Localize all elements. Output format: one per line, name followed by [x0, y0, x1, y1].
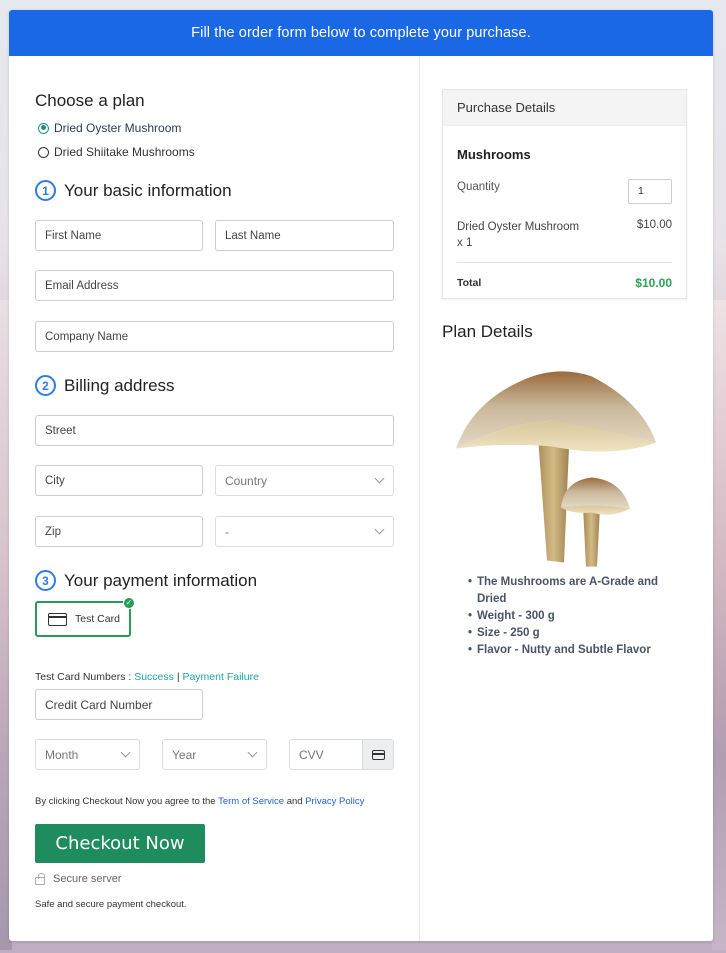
chevron-down-icon — [120, 747, 131, 758]
chevron-down-icon — [247, 747, 258, 758]
checkout-now-button[interactable]: Checkout Now — [35, 824, 205, 863]
separator: | — [176, 671, 180, 683]
basic-info-heading: 1 Your basic information — [35, 180, 232, 201]
quantity-label: Quantity — [457, 181, 500, 193]
total-label: Total — [457, 277, 482, 289]
zip-input[interactable]: Zip — [35, 516, 203, 547]
total-value: $10.00 — [635, 276, 672, 290]
success-link[interactable]: Success — [134, 671, 174, 683]
small-cap — [561, 477, 630, 509]
test-card-label: Test Card — [75, 613, 120, 625]
divider — [457, 262, 672, 263]
city-input[interactable]: City — [35, 465, 203, 496]
radio-selected-icon[interactable] — [38, 122, 49, 134]
form-content: Choose a plan Dried Oyster Mushroom Drie… — [9, 56, 420, 941]
feature-item: Flavor - Nutty and Subtle Flavor — [468, 642, 678, 659]
product-name: Mushrooms — [457, 147, 531, 162]
chevron-down-icon — [374, 524, 385, 535]
month-select-value: Month — [45, 747, 79, 762]
street-input[interactable]: Street — [35, 415, 394, 446]
mushroom-image — [456, 371, 656, 567]
check-icon: ✓ — [123, 597, 135, 609]
credit-card-number-input[interactable]: Credit Card Number — [35, 689, 203, 720]
secure-server-label: Secure server — [53, 873, 122, 885]
top-banner: Fill the order form below to complete yo… — [9, 10, 713, 56]
purchase-details-box: Purchase Details Mushrooms Quantity 1 Dr… — [442, 89, 687, 299]
background-right — [712, 300, 726, 950]
company-input[interactable]: Company Name — [35, 321, 394, 352]
billing-title: Billing address — [64, 375, 175, 395]
agreement-text: By clicking Checkout Now you agree to th… — [35, 796, 364, 807]
last-name-input[interactable]: Last Name — [215, 220, 394, 251]
plan-option-oyster[interactable]: Dried Oyster Mushroom — [38, 121, 181, 135]
feature-item: The Mushrooms are A-Grade and Dried — [468, 574, 678, 608]
year-select-value: Year — [172, 747, 197, 762]
month-select[interactable]: Month — [35, 739, 140, 770]
privacy-policy-link[interactable]: Privacy Policy — [305, 796, 364, 807]
line-item-name: Dried Oyster Mushroom — [457, 221, 580, 233]
line-item: Dried Oyster Mushroom x 1 — [457, 219, 579, 251]
country-select[interactable]: Country — [215, 465, 394, 496]
radio-unselected-icon[interactable] — [38, 146, 49, 158]
plan-details-heading: Plan Details — [442, 322, 533, 341]
state-select-value: - — [225, 524, 229, 539]
feature-item: Weight - 300 g — [468, 608, 678, 625]
quantity-input[interactable]: 1 — [628, 179, 672, 204]
plan-features-list: The Mushrooms are A-Grade and Dried Weig… — [468, 574, 678, 659]
secure-server: Secure server — [35, 872, 122, 885]
line-item-price: $10.00 — [636, 219, 672, 231]
plan-option-shiitake[interactable]: Dried Shiitake Mushrooms — [38, 145, 195, 159]
small-stem — [583, 506, 600, 567]
payment-failure-link[interactable]: Payment Failure — [182, 671, 258, 683]
line-item-qty: x 1 — [457, 237, 473, 249]
lock-icon — [35, 872, 45, 885]
year-select[interactable]: Year — [162, 739, 267, 770]
safe-checkout-text: Safe and secure payment checkout. — [35, 899, 187, 910]
chevron-down-icon — [374, 473, 385, 484]
email-input[interactable]: Email Address — [35, 270, 394, 301]
test-card-numbers: Test Card Numbers : Success | Payment Fa… — [35, 671, 259, 683]
purchase-details-header: Purchase Details — [443, 90, 686, 126]
test-numbers-label: Test Card Numbers : — [35, 671, 132, 683]
step-1-icon: 1 — [35, 180, 56, 201]
test-card-method[interactable]: Test Card ✓ — [35, 597, 135, 637]
agreement-prefix: By clicking Checkout Now you agree to th… — [35, 796, 216, 807]
payment-title: Your payment information — [64, 570, 258, 590]
basic-info-title: Your basic information — [64, 180, 232, 200]
cvv-input[interactable]: CVV — [289, 739, 394, 770]
cvv-placeholder: CVV — [299, 747, 324, 762]
credit-card-icon — [371, 749, 385, 760]
payment-heading: 3 Your payment information — [35, 570, 257, 591]
feature-item: Size - 250 g — [468, 625, 678, 642]
billing-heading: 2 Billing address — [35, 375, 175, 396]
plan-option-label: Dried Oyster Mushroom — [54, 121, 182, 135]
state-select[interactable]: - — [215, 516, 394, 547]
first-name-input[interactable]: First Name — [35, 220, 203, 251]
country-select-value: Country — [225, 473, 268, 488]
credit-card-icon — [48, 612, 67, 626]
step-2-icon: 2 — [35, 375, 56, 396]
cvv-help-button[interactable] — [362, 740, 393, 769]
step-3-icon: 3 — [35, 570, 56, 591]
terms-of-service-link[interactable]: Term of Service — [218, 796, 284, 807]
plan-option-label: Dried Shiitake Mushrooms — [54, 145, 195, 159]
choose-plan-heading: Choose a plan — [35, 91, 145, 110]
agreement-and: and — [286, 796, 303, 807]
